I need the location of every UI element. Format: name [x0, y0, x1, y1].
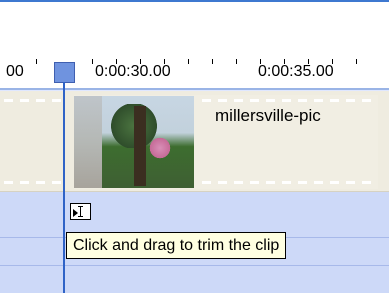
sprocket-hole	[36, 99, 45, 102]
sprocket-hole	[4, 99, 13, 102]
blossom-bush	[146, 136, 174, 160]
sprocket-hole	[346, 181, 355, 184]
sprocket-hole	[36, 181, 45, 184]
sprocket-hole	[202, 99, 211, 102]
sprocket-hole	[282, 99, 291, 102]
sprocket-hole	[298, 99, 307, 102]
sprocket-hole	[250, 99, 259, 102]
sprocket-hole	[20, 181, 29, 184]
ruler-tick	[308, 59, 309, 64]
playhead-line[interactable]	[63, 82, 65, 293]
clip-name: millersville-pic	[215, 106, 321, 125]
sprocket-hole	[4, 181, 13, 184]
ruler-label-left: 00	[6, 63, 24, 80]
ruler-tick	[212, 59, 213, 64]
ibar-cap-bottom	[78, 216, 83, 217]
trim-cursor-icon[interactable]	[70, 203, 91, 220]
sprocket-hole	[202, 181, 211, 184]
sprocket-hole	[218, 99, 227, 102]
sprocket-hole	[266, 181, 275, 184]
sprocket-hole	[362, 181, 371, 184]
sprocket-hole	[298, 181, 307, 184]
sprocket-hole	[250, 181, 259, 184]
ruler-tick	[332, 59, 333, 64]
ruler-tick	[284, 59, 285, 64]
sprocket-hole	[266, 99, 275, 102]
thumbnail-transition	[74, 96, 102, 188]
sprocket-hole	[234, 181, 243, 184]
top-border	[0, 0, 389, 2]
sprocket-hole	[314, 99, 323, 102]
ruler-label-30s: 0:00:30.00	[95, 63, 171, 80]
sprocket-hole	[234, 99, 243, 102]
sprocket-hole	[346, 99, 355, 102]
ruler-tick	[164, 59, 165, 64]
sprocket-hole	[330, 99, 339, 102]
sprocket-hole	[330, 181, 339, 184]
ruler-tick	[356, 59, 357, 64]
ruler-tick	[188, 59, 189, 64]
sprocket-hole	[314, 181, 323, 184]
ruler-tick	[116, 59, 117, 64]
ruler-tick	[140, 59, 141, 64]
sprocket-hole	[52, 181, 61, 184]
ruler-tick	[260, 59, 261, 64]
ruler-tick	[36, 59, 37, 64]
track-divider	[0, 265, 389, 266]
ruler-label-35s: 0:00:35.00	[258, 63, 334, 80]
tooltip: Click and drag to trim the clip	[66, 232, 287, 259]
clip-thumbnail	[74, 96, 194, 188]
sprocket-hole	[362, 99, 371, 102]
ruler-tick	[92, 59, 93, 64]
timeline-view: 00 0:00:30.00 0:00:35.00 millersville-pi…	[0, 0, 389, 293]
ruler-tick	[236, 59, 237, 64]
sprocket-hole	[218, 181, 227, 184]
sprocket-hole	[52, 99, 61, 102]
sprocket-hole	[20, 99, 29, 102]
playhead-handle-icon[interactable]	[54, 62, 75, 83]
sprocket-hole	[282, 181, 291, 184]
tree-trunk	[134, 106, 146, 186]
